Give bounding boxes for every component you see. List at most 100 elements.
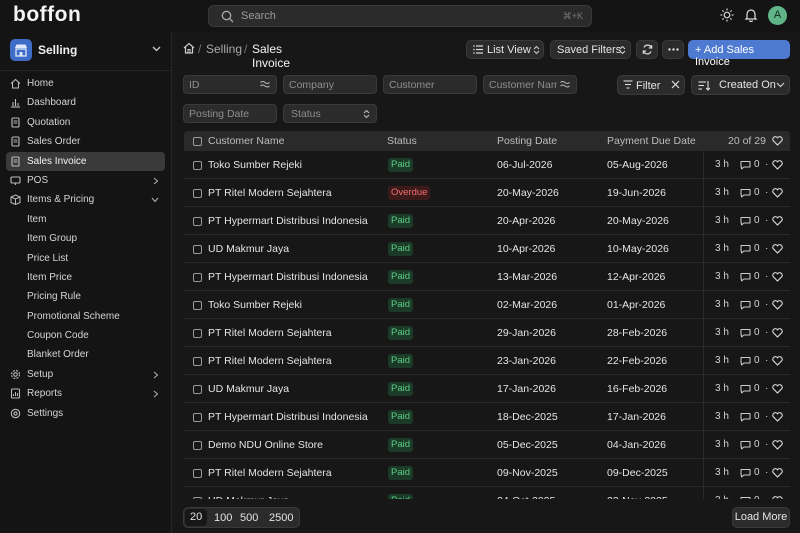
home-icon[interactable] xyxy=(183,42,195,54)
cell-customer-name[interactable]: Demo NDU Online Store xyxy=(208,439,323,451)
row-checkbox[interactable] xyxy=(193,301,202,310)
sort-order-icon[interactable] xyxy=(698,80,710,91)
sidebar-item-dashboard[interactable]: Dashboard xyxy=(6,93,165,112)
saved-filters-button[interactable]: Saved Filters xyxy=(550,40,631,59)
page-size-option[interactable]: 20 xyxy=(185,509,208,526)
id-filter-input[interactable]: ID xyxy=(183,75,277,94)
load-more-button[interactable]: Load More xyxy=(732,507,790,528)
header-customer-name[interactable]: Customer Name xyxy=(208,135,284,147)
refresh-button[interactable] xyxy=(636,40,658,59)
sidebar-item-item-group[interactable]: Item Group xyxy=(6,229,165,248)
table-row[interactable]: PT Ritel Modern Sejahtera Paid 29-Jan-2026… xyxy=(184,319,790,347)
like-heart-icon[interactable] xyxy=(772,272,783,282)
workspace-switcher[interactable]: Selling xyxy=(10,39,165,61)
heart-icon[interactable] xyxy=(772,136,783,146)
theme-toggle-sun-icon[interactable] xyxy=(720,8,734,22)
table-row[interactable]: PT Ritel Modern Sejahtera Paid 23-Jan-2026… xyxy=(184,347,790,375)
sidebar-item-sales-order[interactable]: Sales Order xyxy=(6,132,165,151)
sidebar-item-reports[interactable]: Reports xyxy=(6,384,165,403)
add-sales-invoice-button[interactable]: + Add Sales Invoice xyxy=(688,40,790,68)
sidebar-item-settings[interactable]: Settings xyxy=(6,404,165,423)
row-checkbox[interactable] xyxy=(193,273,202,282)
like-heart-icon[interactable] xyxy=(772,300,783,310)
cell-customer-name[interactable]: PT Ritel Modern Sejahtera xyxy=(208,327,332,339)
row-checkbox[interactable] xyxy=(193,217,202,226)
sidebar-item-blanket-order[interactable]: Blanket Order xyxy=(6,345,165,364)
row-checkbox[interactable] xyxy=(193,441,202,450)
cell-customer-name[interactable]: PT Ritel Modern Sejahtera xyxy=(208,187,332,199)
header-payment-due-date[interactable]: Payment Due Date xyxy=(607,135,696,147)
row-checkbox[interactable] xyxy=(193,469,202,478)
like-heart-icon[interactable] xyxy=(772,356,783,366)
sidebar-item-pricing-rule[interactable]: Pricing Rule xyxy=(6,287,165,306)
sidebar-item-items-pricing[interactable]: Items & Pricing xyxy=(6,190,165,209)
page-size-option[interactable]: 100 xyxy=(214,512,232,524)
filter-button[interactable]: Filter xyxy=(617,75,685,95)
sidebar-item-setup[interactable]: Setup xyxy=(6,365,165,384)
page-size-option[interactable]: 2500 xyxy=(269,512,293,524)
status-filter-select[interactable]: Status xyxy=(283,104,377,123)
like-heart-icon[interactable] xyxy=(772,496,783,499)
row-checkbox[interactable] xyxy=(193,329,202,338)
row-checkbox[interactable] xyxy=(193,189,202,198)
sidebar-item-home[interactable]: Home xyxy=(6,74,165,93)
table-row[interactable]: Toko Sumber Rejeki Paid 06-Jul-2026 05-Aug-… xyxy=(184,151,790,179)
sidebar-item-price-list[interactable]: Price List xyxy=(6,249,165,268)
cell-customer-name[interactable]: PT Hypermart Distribusi Indonesia xyxy=(208,215,368,227)
like-heart-icon[interactable] xyxy=(772,384,783,394)
cell-customer-name[interactable]: PT Hypermart Distribusi Indonesia xyxy=(208,411,368,423)
user-avatar[interactable]: A xyxy=(768,6,787,25)
like-heart-icon[interactable] xyxy=(772,412,783,422)
table-row[interactable]: PT Hypermart Distribusi Indonesia Paid 18-… xyxy=(184,403,790,431)
cell-customer-name[interactable]: PT Hypermart Distribusi Indonesia xyxy=(208,271,368,283)
cell-customer-name[interactable]: PT Ritel Modern Sejahtera xyxy=(208,355,332,367)
sidebar-item-item-price[interactable]: Item Price xyxy=(6,268,165,287)
header-status[interactable]: Status xyxy=(387,135,417,147)
like-heart-icon[interactable] xyxy=(772,440,783,450)
sort-button[interactable]: Created On xyxy=(691,75,790,95)
cell-customer-name[interactable]: Toko Sumber Rejeki xyxy=(208,159,302,171)
table-row[interactable]: UD Makmur Jaya Paid 10-Apr-2026 10-May-2026… xyxy=(184,235,790,263)
sidebar-item-item[interactable]: Item xyxy=(6,210,165,229)
search-bar[interactable]: Search ⌘+K xyxy=(208,5,592,27)
cell-customer-name[interactable]: PT Ritel Modern Sejahtera xyxy=(208,467,332,479)
more-actions-button[interactable] xyxy=(662,40,684,59)
table-row[interactable]: UD Makmur Jaya Paid 17-Jan-2026 16-Feb-2026… xyxy=(184,375,790,403)
header-posting-date[interactable]: Posting Date xyxy=(497,135,557,147)
row-checkbox[interactable] xyxy=(193,161,202,170)
sidebar-item-promotional-scheme[interactable]: Promotional Scheme xyxy=(6,307,165,326)
cell-customer-name[interactable]: UD Makmur Jaya xyxy=(208,383,289,395)
list-view-button[interactable]: List View xyxy=(466,40,544,59)
customer-filter-input[interactable]: Customer xyxy=(383,75,477,94)
row-checkbox[interactable] xyxy=(193,245,202,254)
sidebar-item-pos[interactable]: POS xyxy=(6,171,165,190)
clear-filter-close-icon[interactable] xyxy=(671,80,680,89)
app-logo[interactable]: boffon xyxy=(13,3,81,27)
row-checkbox[interactable] xyxy=(193,497,202,499)
row-checkbox[interactable] xyxy=(193,413,202,422)
table-row[interactable]: UD Makmur Jaya Paid 24-Oct-2025 23-Nov-2025… xyxy=(184,487,790,499)
sidebar-item-sales-invoice[interactable]: Sales Invoice xyxy=(6,151,165,171)
row-checkbox[interactable] xyxy=(193,357,202,366)
table-row[interactable]: Demo NDU Online Store Paid 05-Dec-2025 04-J… xyxy=(184,431,790,459)
like-heart-icon[interactable] xyxy=(772,160,783,170)
like-heart-icon[interactable] xyxy=(772,468,783,478)
like-heart-icon[interactable] xyxy=(772,328,783,338)
select-all-checkbox[interactable] xyxy=(193,137,202,146)
customer-name-filter-input[interactable]: Customer Name xyxy=(483,75,577,94)
posting-date-filter-input[interactable]: Posting Date xyxy=(183,104,277,123)
sidebar-item-coupon-code[interactable]: Coupon Code xyxy=(6,326,165,345)
table-row[interactable]: PT Ritel Modern Sejahtera Paid 09-Nov-2025… xyxy=(184,459,790,487)
row-checkbox[interactable] xyxy=(193,385,202,394)
like-heart-icon[interactable] xyxy=(772,188,783,198)
cell-customer-name[interactable]: UD Makmur Jaya xyxy=(208,495,289,499)
breadcrumb-selling[interactable]: Selling xyxy=(206,42,242,56)
table-row[interactable]: PT Hypermart Distribusi Indonesia Paid 20-… xyxy=(184,207,790,235)
like-heart-icon[interactable] xyxy=(772,216,783,226)
table-row[interactable]: Toko Sumber Rejeki Paid 02-Mar-2026 01-Apr-… xyxy=(184,291,790,319)
sidebar-item-quotation[interactable]: Quotation xyxy=(6,113,165,132)
company-filter-input[interactable]: Company xyxy=(283,75,377,94)
table-row[interactable]: PT Hypermart Distribusi Indonesia Paid 13-… xyxy=(184,263,790,291)
table-row[interactable]: PT Ritel Modern Sejahtera Overdue 20-May-2… xyxy=(184,179,790,207)
like-heart-icon[interactable] xyxy=(772,244,783,254)
